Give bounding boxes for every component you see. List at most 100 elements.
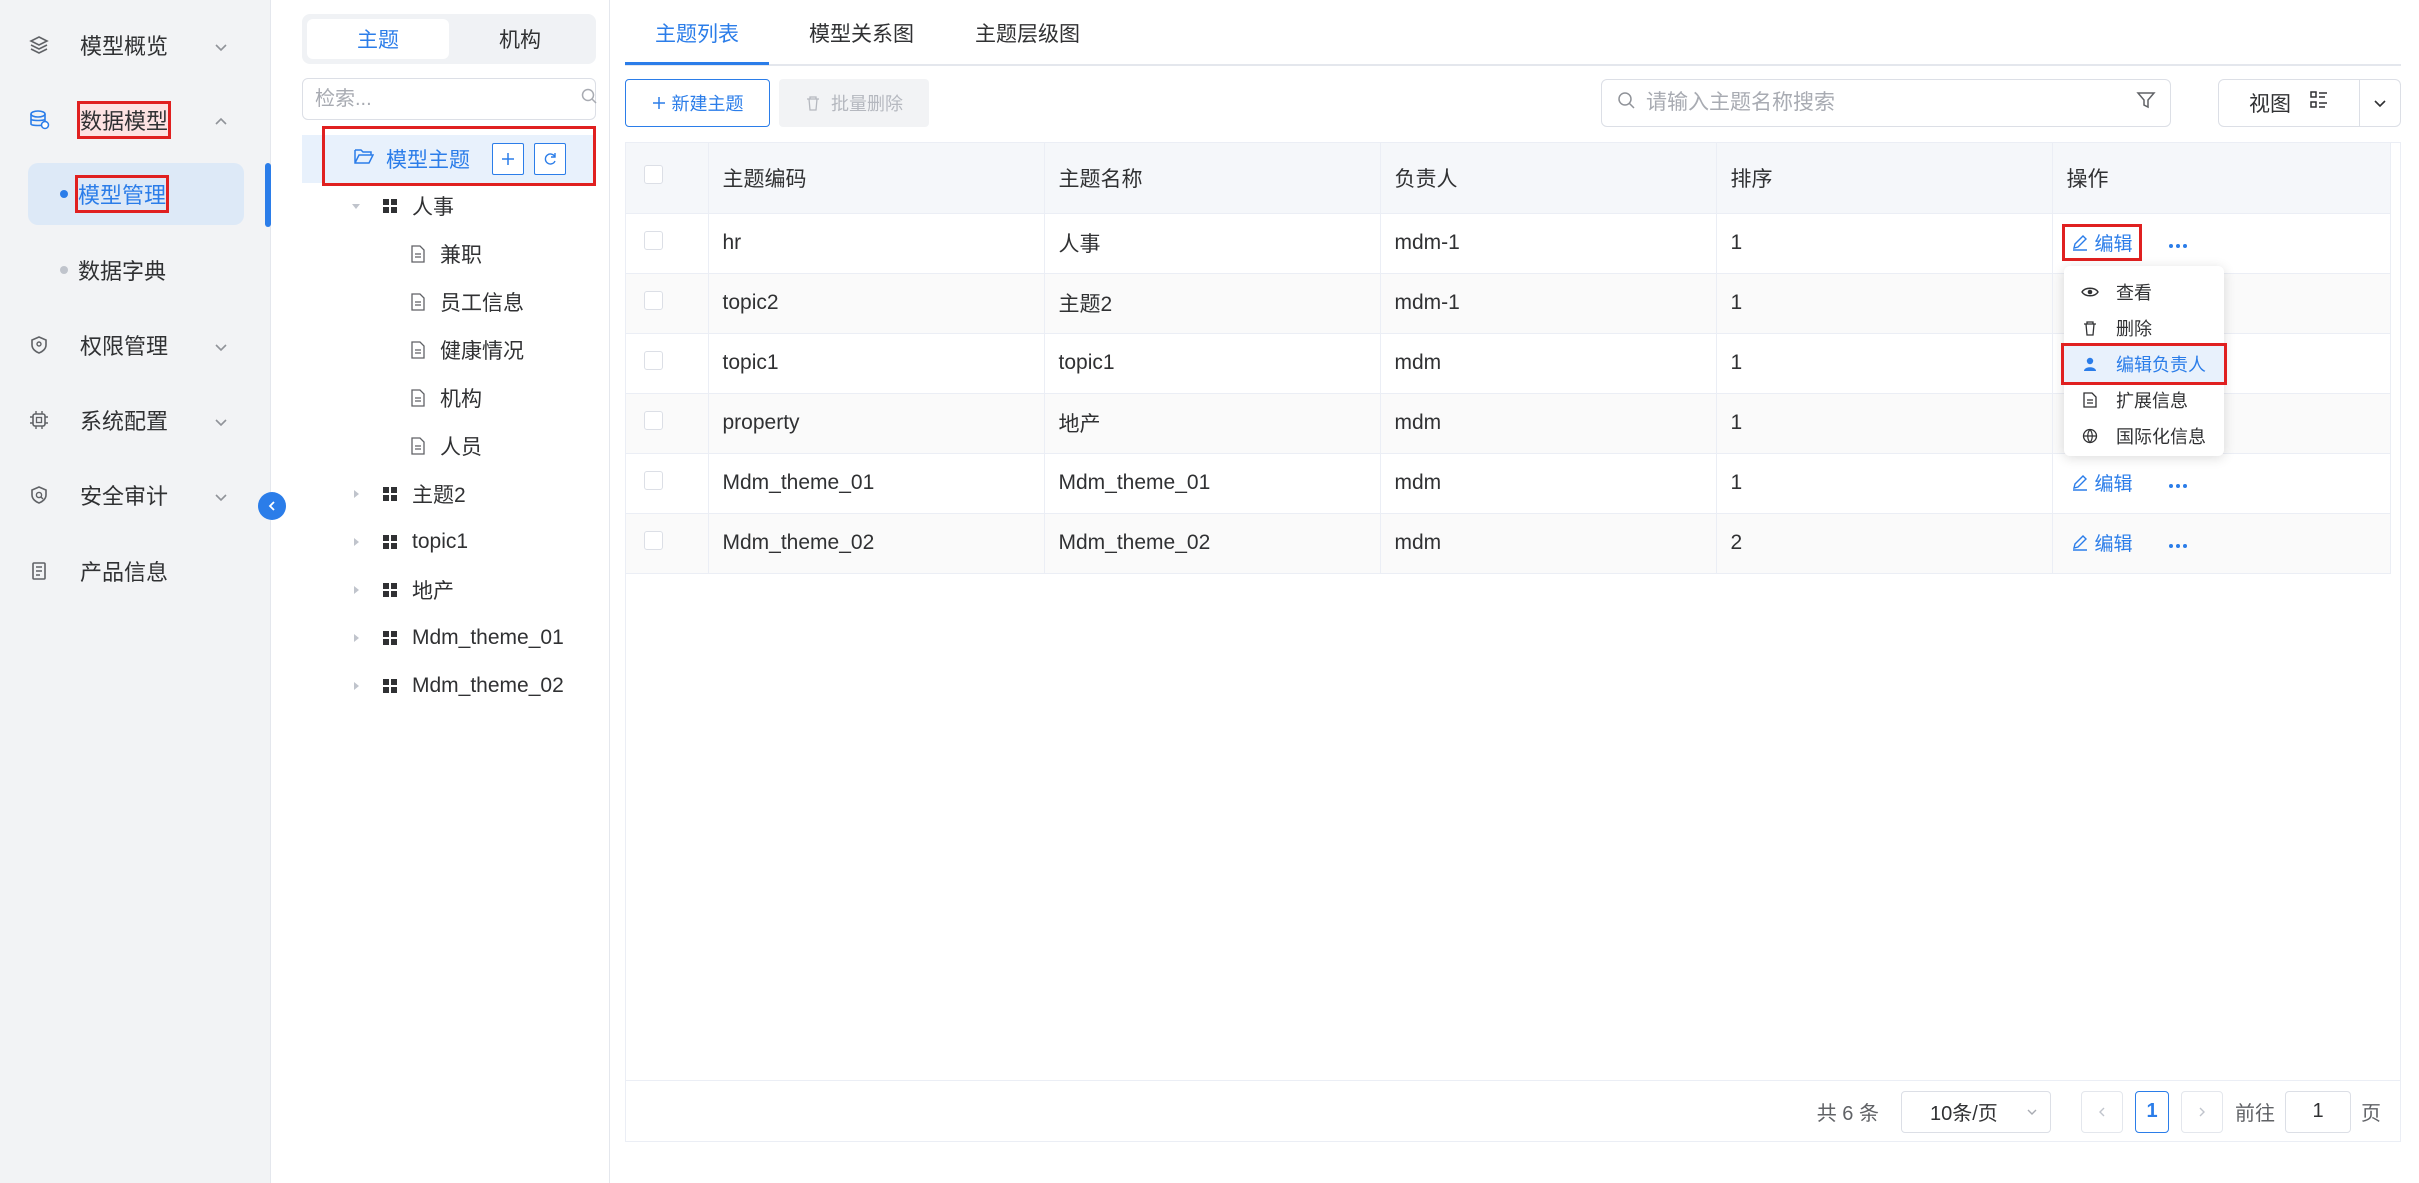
more-actions-button[interactable] bbox=[2168, 243, 2188, 249]
more-actions-button[interactable] bbox=[2168, 483, 2188, 489]
row-select-cell bbox=[626, 513, 709, 574]
filter-icon[interactable] bbox=[2136, 90, 2156, 116]
table-row: Mdm_theme_02 Mdm_theme_02 mdm 2 编辑 bbox=[626, 513, 2391, 574]
page-size-select[interactable]: 10条/页 bbox=[1901, 1090, 2051, 1133]
nav-item-data-model[interactable]: 数据模型 bbox=[28, 93, 244, 147]
topic-search-input[interactable] bbox=[1646, 91, 2136, 115]
chevron-down-icon bbox=[214, 336, 228, 360]
tree-node[interactable]: Mdm_theme_01 bbox=[348, 618, 564, 658]
tree-search-input[interactable] bbox=[315, 87, 580, 111]
active-tab-indicator bbox=[625, 62, 769, 65]
menu-item-delete[interactable]: 删除 bbox=[2064, 310, 2224, 346]
grid-icon bbox=[382, 582, 398, 598]
view-button[interactable]: 视图 bbox=[2218, 79, 2360, 127]
tree-root-node[interactable]: 模型主题 bbox=[302, 135, 596, 183]
document-icon bbox=[410, 293, 426, 311]
nav-sub-data-dictionary[interactable]: 数据字典 bbox=[28, 239, 244, 301]
row-checkbox[interactable] bbox=[644, 470, 663, 490]
view-dropdown-button[interactable] bbox=[2359, 79, 2401, 127]
sidebar-nav: 模型概览 数据模型 模型管理 数据字典 权限管理 系统配置 安全审计 产品信息 bbox=[0, 0, 271, 1183]
document-list-icon bbox=[28, 560, 50, 582]
edit-button[interactable]: 编辑 bbox=[2067, 529, 2137, 556]
tree-node[interactable]: 地产 bbox=[348, 570, 454, 610]
menu-item-edit-owner[interactable]: 编辑负责人 bbox=[2061, 343, 2227, 385]
tree-node-label: 机构 bbox=[440, 388, 482, 411]
edit-button[interactable]: 编辑 bbox=[2067, 469, 2137, 496]
tree-node[interactable]: Mdm_theme_02 bbox=[348, 666, 564, 706]
chevron-up-icon bbox=[214, 111, 228, 135]
chevron-left-icon bbox=[268, 501, 275, 511]
new-topic-button[interactable]: 新建主题 bbox=[625, 79, 770, 127]
tree-node-label: 健康情况 bbox=[440, 340, 524, 363]
nav-item-permission[interactable]: 权限管理 bbox=[28, 318, 244, 372]
tree-node[interactable]: topic1 bbox=[348, 522, 468, 562]
shield-icon bbox=[28, 334, 50, 356]
cell-name: 主题2 bbox=[1044, 273, 1381, 334]
document-icon bbox=[410, 389, 426, 407]
nav-item-security-audit[interactable]: 安全审计 bbox=[28, 468, 244, 522]
nav-item-system-config[interactable]: 系统配置 bbox=[28, 393, 244, 447]
add-node-button[interactable] bbox=[492, 143, 524, 175]
segment-org[interactable]: 机构 bbox=[449, 19, 591, 59]
nav-item-model-overview[interactable]: 模型概览 bbox=[28, 18, 244, 72]
tree-leaf[interactable]: 人员 bbox=[410, 426, 482, 466]
caret-right-icon[interactable] bbox=[348, 536, 364, 548]
tab-model-relation[interactable]: 模型关系图 bbox=[809, 0, 914, 66]
search-icon[interactable] bbox=[580, 87, 598, 111]
plus-icon bbox=[652, 97, 665, 109]
tree-node-label: 兼职 bbox=[440, 244, 482, 267]
menu-item-view[interactable]: 查看 bbox=[2064, 274, 2224, 310]
menu-item-extended-info[interactable]: 扩展信息 bbox=[2064, 382, 2224, 418]
collapse-sidebar-button[interactable] bbox=[258, 492, 286, 520]
tab-topic-hierarchy[interactable]: 主题层级图 bbox=[975, 0, 1080, 66]
menu-item-i18n-info[interactable]: 国际化信息 bbox=[2064, 418, 2224, 454]
active-indicator bbox=[265, 163, 271, 227]
caret-right-icon[interactable] bbox=[348, 680, 364, 692]
row-checkbox[interactable] bbox=[644, 230, 663, 250]
chip-icon bbox=[28, 409, 50, 431]
row-checkbox[interactable] bbox=[644, 350, 663, 370]
prev-page-button[interactable] bbox=[2081, 1090, 2123, 1133]
plus-icon bbox=[502, 153, 514, 165]
nav-item-product-info[interactable]: 产品信息 bbox=[28, 544, 244, 598]
caret-right-icon[interactable] bbox=[348, 488, 364, 500]
caret-down-icon[interactable] bbox=[348, 200, 364, 212]
cell-order: 1 bbox=[1716, 213, 2053, 274]
tree-node[interactable]: 人事 bbox=[348, 186, 454, 226]
grid-icon bbox=[382, 534, 398, 550]
chevron-down-icon bbox=[214, 486, 228, 510]
tree-leaf[interactable]: 兼职 bbox=[410, 234, 482, 274]
caret-right-icon[interactable] bbox=[348, 632, 364, 644]
row-select-cell bbox=[626, 333, 709, 394]
row-checkbox[interactable] bbox=[644, 410, 663, 430]
new-topic-label: 新建主题 bbox=[671, 94, 744, 114]
cell-owner: mdm bbox=[1380, 333, 1717, 394]
tree-leaf[interactable]: 机构 bbox=[410, 378, 482, 418]
tree-leaf[interactable]: 健康情况 bbox=[410, 330, 524, 370]
select-all-checkbox[interactable] bbox=[644, 165, 663, 185]
tree-search-box bbox=[302, 78, 598, 120]
edit-label: 编辑 bbox=[2094, 233, 2133, 255]
cell-name: 地产 bbox=[1044, 393, 1381, 454]
tab-topic-list[interactable]: 主题列表 bbox=[655, 0, 739, 66]
row-checkbox[interactable] bbox=[644, 530, 663, 550]
edit-button[interactable]: 编辑 bbox=[2061, 223, 2142, 261]
goto-page-input[interactable]: 1 bbox=[2285, 1090, 2351, 1133]
tree-node-label: 员工信息 bbox=[440, 292, 524, 315]
chevron-down-icon bbox=[2373, 100, 2386, 108]
next-page-button[interactable] bbox=[2181, 1090, 2223, 1133]
refresh-tree-button[interactable] bbox=[534, 143, 566, 175]
nav-sub-model-management[interactable]: 模型管理 bbox=[28, 163, 244, 225]
more-actions-button[interactable] bbox=[2168, 543, 2188, 549]
tree-leaf[interactable]: 员工信息 bbox=[410, 282, 524, 322]
segment-topic[interactable]: 主题 bbox=[307, 19, 449, 59]
search-icon bbox=[1616, 90, 1636, 116]
globe-icon bbox=[2080, 428, 2100, 444]
page-number-button[interactable]: 1 bbox=[2135, 1090, 2169, 1133]
batch-delete-button[interactable]: 批量删除 bbox=[779, 79, 929, 127]
row-checkbox[interactable] bbox=[644, 290, 663, 310]
more-actions-menu: 查看 删除 编辑负责人 扩展信息 国际化信息 bbox=[2061, 266, 2227, 456]
tree-node[interactable]: 主题2 bbox=[348, 474, 466, 514]
caret-right-icon[interactable] bbox=[348, 584, 364, 596]
cell-owner: mdm-1 bbox=[1380, 273, 1717, 334]
